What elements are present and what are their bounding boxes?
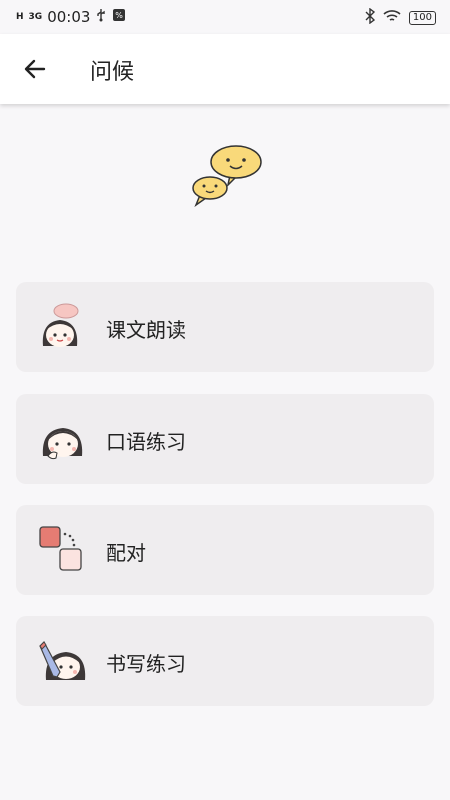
status-bar: H 3G 00:03 % 100 [0, 0, 450, 34]
app-bar: 问候 [0, 34, 450, 104]
menu-item-text-reading[interactable]: 课文朗读 [16, 282, 434, 372]
page-title: 问候 [90, 60, 135, 85]
signal-3g-indicator: 3G [28, 11, 43, 22]
menu-item-speaking-practice[interactable]: 口语练习 [16, 394, 434, 484]
chat-bubbles-icon [190, 145, 265, 208]
matching-squares-icon [38, 525, 88, 575]
girl-pencil-icon [38, 636, 88, 686]
girl-hand-icon [38, 414, 88, 464]
svg-text:%: % [116, 11, 124, 20]
battery-indicator: 100 [408, 11, 436, 25]
girl-speech-bubble-icon [38, 302, 88, 352]
menu-item-label: 口语练习 [106, 430, 186, 454]
menu-item-label: 配对 [106, 541, 146, 565]
menu-item-matching[interactable]: 配对 [16, 505, 434, 595]
status-time: 00:03 [47, 8, 91, 26]
bluetooth-icon [365, 7, 375, 28]
wifi-icon [383, 9, 401, 27]
signal-h-indicator: H [16, 11, 24, 22]
sync-icon: % [112, 8, 126, 26]
menu-item-writing-practice[interactable]: 书写练习 [16, 616, 434, 706]
back-button[interactable] [22, 56, 48, 82]
arrow-left-icon [24, 59, 46, 79]
usb-icon [95, 8, 107, 26]
menu-item-label: 课文朗读 [106, 318, 186, 342]
menu-item-label: 书写练习 [106, 652, 186, 676]
